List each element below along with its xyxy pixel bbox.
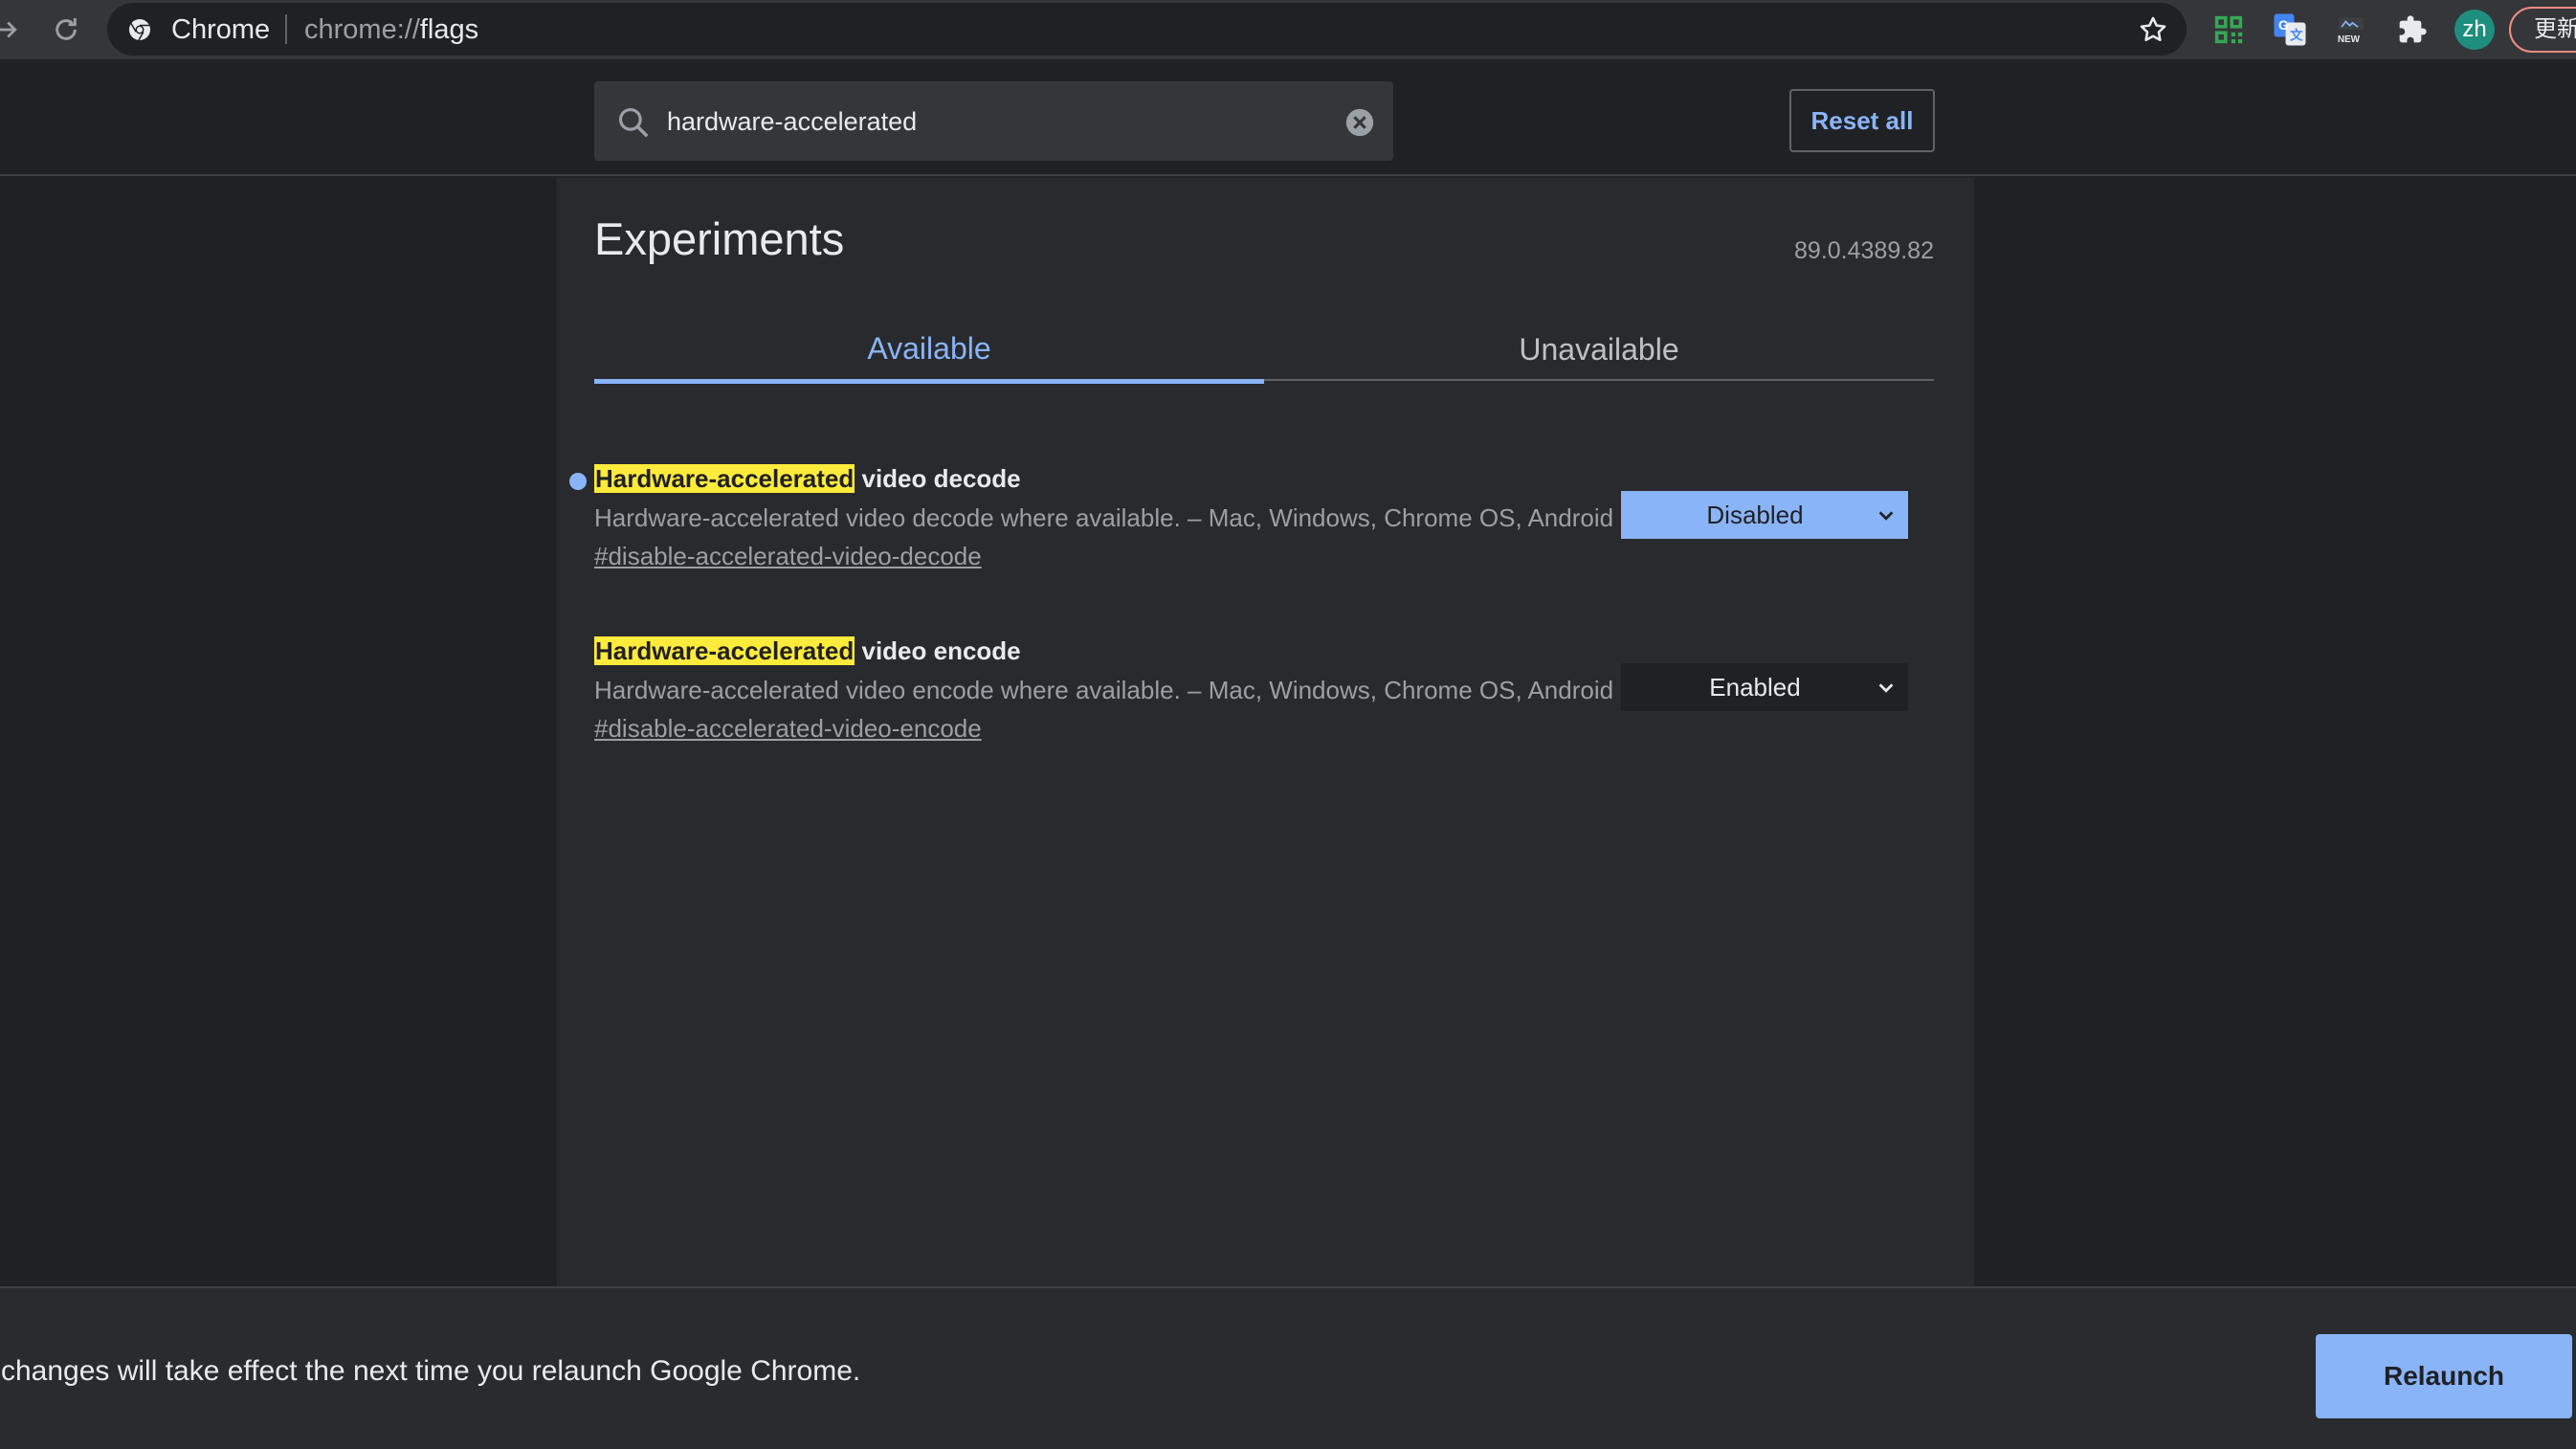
experiment-state-select[interactable]: Enabled bbox=[1621, 663, 1908, 711]
version-label: 89.0.4389.82 bbox=[1794, 237, 1934, 264]
forward-icon[interactable] bbox=[0, 11, 25, 48]
search-input[interactable] bbox=[665, 100, 1297, 143]
experiment-state-select[interactable]: Disabled bbox=[1621, 491, 1908, 539]
chevron-down-icon bbox=[1878, 683, 1894, 693]
address-bar[interactable]: Chrome chrome://flags bbox=[107, 3, 2187, 56]
url-text[interactable]: chrome://flags bbox=[304, 15, 478, 44]
svg-text:文: 文 bbox=[2290, 28, 2303, 43]
tab-available[interactable]: Available bbox=[594, 320, 1264, 384]
experiment-video-decode: Hardware-accelerated video decode Hardwa… bbox=[569, 460, 1934, 575]
search-highlight: Hardware-accelerated bbox=[594, 636, 855, 665]
svg-text:NEW: NEW bbox=[2338, 34, 2361, 45]
relaunch-message: Your changes will take effect the next t… bbox=[0, 1355, 861, 1387]
experiment-permalink[interactable]: #disable-accelerated-video-decode bbox=[594, 539, 982, 573]
search-highlight: Hardware-accelerated bbox=[594, 464, 855, 493]
search-icon bbox=[618, 107, 649, 138]
translate-extension-icon[interactable]: G 文 bbox=[2270, 10, 2310, 50]
site-info-chip[interactable]: Chrome bbox=[171, 15, 270, 44]
relaunch-button[interactable]: Relaunch bbox=[2316, 1334, 2572, 1418]
svg-text:G: G bbox=[2278, 18, 2289, 33]
experiment-title-rest: video encode bbox=[855, 636, 1021, 665]
experiment-title-rest: video decode bbox=[855, 464, 1021, 493]
reload-icon[interactable] bbox=[48, 11, 84, 48]
select-value: Disabled bbox=[1706, 500, 1804, 529]
experiment-video-encode: Hardware-accelerated video encode Hardwa… bbox=[594, 633, 1934, 747]
bookmark-star-icon[interactable] bbox=[2137, 13, 2169, 46]
experiment-permalink[interactable]: #disable-accelerated-video-encode bbox=[594, 711, 982, 746]
page-title: Experiments bbox=[594, 213, 845, 264]
url-scheme: chrome:// bbox=[304, 14, 420, 45]
search-box[interactable] bbox=[594, 81, 1393, 161]
select-value: Enabled bbox=[1709, 672, 1801, 702]
chrome-logo-icon bbox=[129, 19, 150, 41]
browser-toolbar: Chrome chrome://flags G 文 NEW zh 更新 bbox=[0, 0, 2576, 59]
experiments-panel: Experiments 89.0.4389.82 Available Unava… bbox=[557, 178, 1974, 1286]
new-extension-icon[interactable]: NEW bbox=[2331, 10, 2371, 50]
tab-unavailable[interactable]: Unavailable bbox=[1264, 320, 1934, 381]
clear-search-icon[interactable] bbox=[1344, 106, 1376, 139]
modified-indicator bbox=[569, 473, 587, 490]
update-button[interactable]: 更新 bbox=[2509, 7, 2576, 53]
experiment-description: Hardware-accelerated video decode where … bbox=[594, 503, 1614, 532]
experiment-title: Hardware-accelerated video encode bbox=[594, 633, 1021, 669]
puzzle-extensions-icon[interactable] bbox=[2392, 10, 2432, 50]
relaunch-bar: Your changes will take effect the next t… bbox=[0, 1286, 2576, 1449]
url-host: flags bbox=[419, 14, 479, 45]
experiment-title: Hardware-accelerated video decode bbox=[594, 460, 1021, 497]
chevron-down-icon bbox=[1878, 511, 1894, 521]
tab-bar: Available Unavailable bbox=[594, 320, 1934, 384]
profile-avatar[interactable]: zh bbox=[2454, 10, 2495, 50]
experiment-description: Hardware-accelerated video encode where … bbox=[594, 676, 1614, 704]
reset-all-button[interactable]: Reset all bbox=[1789, 89, 1935, 152]
omnibox-divider bbox=[285, 14, 287, 44]
flags-header: Reset all bbox=[0, 59, 2576, 176]
qr-extension-icon[interactable] bbox=[2209, 10, 2249, 50]
